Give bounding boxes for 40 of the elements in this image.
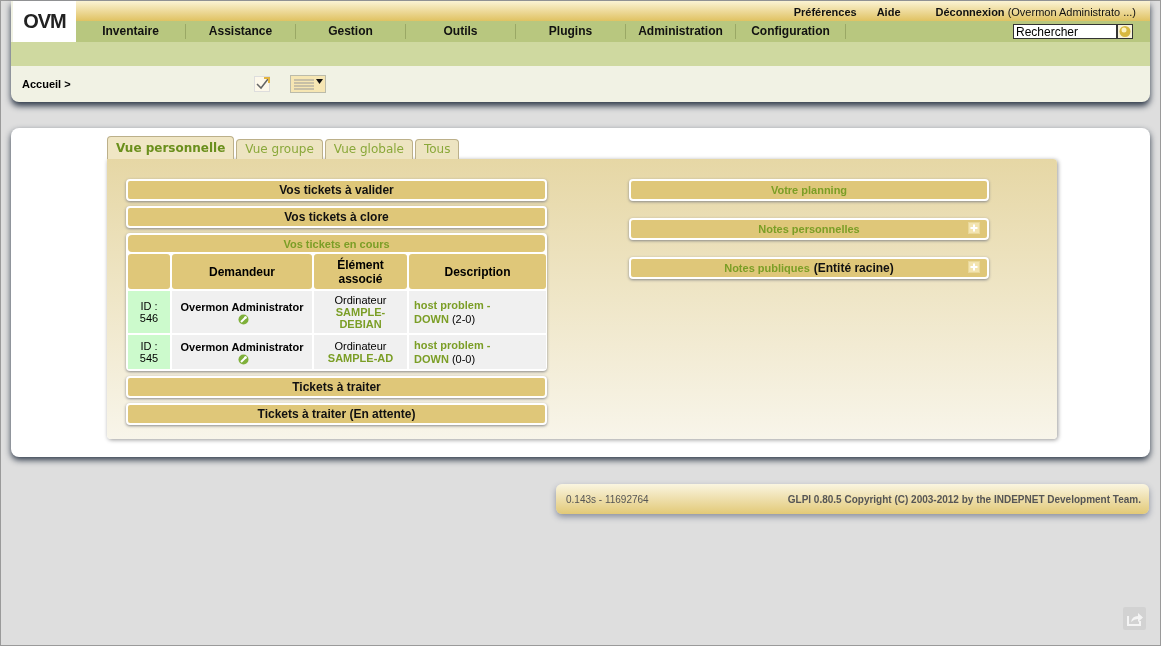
requester-name: Overmon Administrator bbox=[180, 339, 304, 354]
menu-item[interactable]: Inventaire bbox=[76, 24, 186, 39]
section-header[interactable]: Tickets à traiter bbox=[126, 376, 547, 398]
column-header: Élément associé bbox=[314, 254, 407, 289]
ticket-description[interactable]: host problem - DOWN (2-0) bbox=[414, 298, 514, 326]
section-header[interactable]: Notes publiques (Entité racine) bbox=[629, 257, 989, 279]
ticket-id[interactable]: ID : 546 bbox=[136, 300, 162, 324]
header-cell bbox=[128, 254, 170, 289]
section-header[interactable]: Vos tickets à valider bbox=[126, 179, 547, 201]
logout-link[interactable]: Déconnexion (Overmon Administrato ...) bbox=[935, 6, 1136, 21]
menu-item[interactable]: Assistance bbox=[186, 24, 296, 39]
item-type: Ordinateur bbox=[334, 294, 387, 306]
list-view-icon[interactable] bbox=[290, 75, 326, 93]
column-header: Description bbox=[409, 254, 546, 289]
requester-name: Overmon Administrator bbox=[180, 299, 304, 314]
add-icon[interactable] bbox=[968, 261, 980, 273]
ticket-id[interactable]: ID : 545 bbox=[136, 340, 162, 364]
search-button[interactable] bbox=[1117, 24, 1133, 39]
menu-item[interactable]: Outils bbox=[406, 24, 516, 39]
user-info-icon[interactable] bbox=[238, 353, 249, 365]
user-info-icon[interactable] bbox=[238, 313, 249, 325]
copyright-text: GLPI 0.80.5 Copyright (C) 2003-2012 by the INDEPNET Development Team. bbox=[787, 493, 1141, 505]
menu-item[interactable]: Administration bbox=[626, 24, 736, 39]
add-icon[interactable] bbox=[968, 222, 980, 234]
breadcrumb[interactable]: Accueil > bbox=[22, 78, 254, 90]
section-header[interactable]: Tickets à traiter (En attente) bbox=[126, 403, 547, 425]
column-header: Demandeur bbox=[172, 254, 312, 289]
menu-item[interactable]: Gestion bbox=[296, 24, 406, 39]
header-link[interactable]: Aide bbox=[876, 6, 901, 21]
ticket-description[interactable]: host problem - DOWN (0-0) bbox=[414, 338, 514, 366]
item-type: Ordinateur bbox=[334, 340, 387, 352]
search-field[interactable]: Rechercher bbox=[1013, 24, 1117, 39]
render-time: 0.143s - 11692764 bbox=[566, 493, 649, 505]
logo[interactable]: OVM bbox=[13, 1, 76, 42]
section-header[interactable]: Vos tickets à clore bbox=[126, 206, 547, 228]
share-icon[interactable] bbox=[1123, 607, 1146, 630]
header-link[interactable]: Préférences bbox=[793, 6, 857, 21]
checkmark-icon[interactable] bbox=[254, 76, 270, 92]
menu-item[interactable]: Plugins bbox=[516, 24, 626, 39]
menu-item[interactable]: Configuration bbox=[736, 24, 846, 39]
